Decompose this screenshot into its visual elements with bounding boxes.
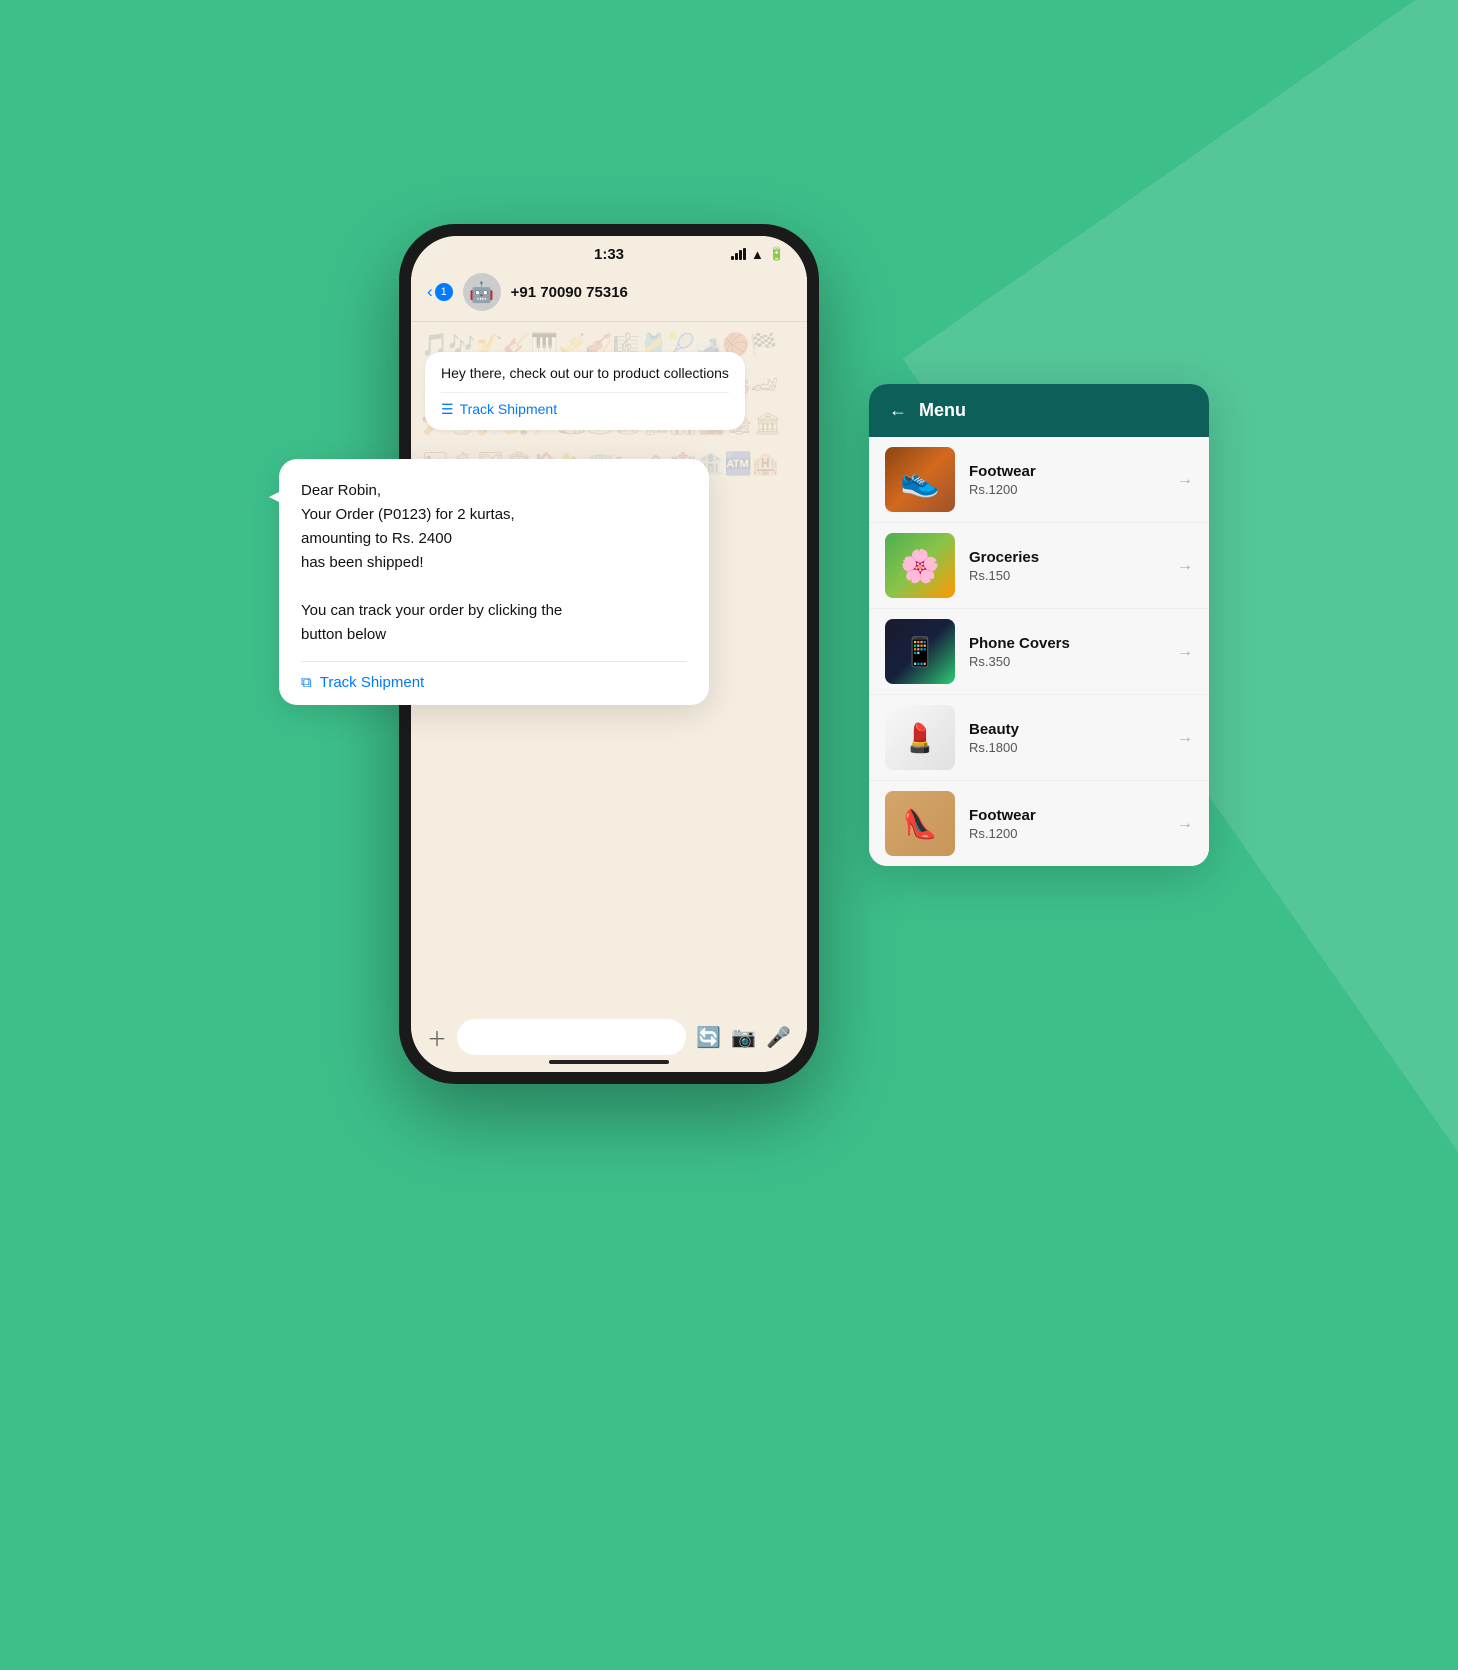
footwear2-info: Footwear Rs.1200 bbox=[969, 807, 1163, 841]
scene: 🎧🎮🎨🎭🎪🎠🎡🎢🎣🎤🎥🎦🎧🎨🎩🎪🎫🎬🎭🎮🎯🎰🎱🎲🎳🎴🎵🎶🎷🎸🎹🎺🎻🎼🎽🎾🎿🏀🏁🏂… bbox=[279, 164, 1179, 1124]
avatar: 🤖 bbox=[463, 273, 501, 311]
groceries-price: Rs.150 bbox=[969, 568, 1163, 583]
unread-badge: 1 bbox=[435, 283, 453, 301]
menu-items-list: Footwear Rs.1200 → Groceries Rs.150 → Ph… bbox=[869, 437, 1209, 866]
footwear-name: Footwear bbox=[969, 463, 1163, 480]
floating-chat-bubble: Dear Robin, Your Order (P0123) for 2 kur… bbox=[279, 459, 709, 705]
groceries-info: Groceries Rs.150 bbox=[969, 549, 1163, 583]
battery-icon: 🔋 bbox=[769, 246, 785, 262]
phone-covers-info: Phone Covers Rs.350 bbox=[969, 635, 1163, 669]
phone-covers-arrow-icon: → bbox=[1177, 643, 1193, 661]
external-link-icon: ⧉ bbox=[301, 674, 312, 691]
footwear2-name: Footwear bbox=[969, 807, 1163, 824]
menu-item-footwear2[interactable]: Footwear Rs.1200 → bbox=[869, 781, 1209, 866]
camera-icon[interactable]: 📷 bbox=[731, 1025, 756, 1050]
status-bar-right: ▲ 🔋 bbox=[731, 246, 785, 262]
menu-item-phone-covers[interactable]: Phone Covers Rs.350 → bbox=[869, 609, 1209, 695]
menu-item-beauty[interactable]: Beauty Rs.1800 → bbox=[869, 695, 1209, 781]
time-label: 1:33 bbox=[594, 246, 624, 263]
groceries-name: Groceries bbox=[969, 549, 1163, 566]
phone-covers-image bbox=[885, 619, 955, 684]
nav-bar: ‹ 1 🤖 +91 70090 75316 bbox=[411, 267, 807, 322]
beauty-price: Rs.1800 bbox=[969, 740, 1163, 755]
wifi-icon: ▲ bbox=[751, 247, 764, 262]
footwear2-image bbox=[885, 791, 955, 856]
menu-title: Menu bbox=[919, 400, 966, 421]
back-chevron-icon: ‹ bbox=[427, 282, 433, 302]
track-shipment-link-1[interactable]: ☰ Track Shipment bbox=[441, 392, 729, 418]
bubble-1-text: Hey there, check out our to product coll… bbox=[441, 364, 729, 384]
plus-icon[interactable]: ＋ bbox=[427, 1023, 447, 1052]
track-shipment-link-2[interactable]: ⧉ Track Shipment bbox=[301, 661, 687, 691]
phone-number: +91 70090 75316 bbox=[511, 284, 628, 301]
footwear-info: Footwear Rs.1200 bbox=[969, 463, 1163, 497]
menu-header: ← Menu bbox=[869, 384, 1209, 437]
footwear2-arrow-icon: → bbox=[1177, 815, 1193, 833]
signal-icon bbox=[731, 248, 746, 260]
footwear2-price: Rs.1200 bbox=[969, 826, 1163, 841]
phone-covers-price: Rs.350 bbox=[969, 654, 1163, 669]
menu-item-groceries[interactable]: Groceries Rs.150 → bbox=[869, 523, 1209, 609]
menu-back-icon[interactable]: ← bbox=[889, 400, 907, 421]
menu-card: ← Menu Footwear Rs.1200 → Groceries Rs.1… bbox=[869, 384, 1209, 866]
track-shipment-label-2: Track Shipment bbox=[320, 674, 424, 691]
groceries-image bbox=[885, 533, 955, 598]
status-bar: 1:33 ▲ 🔋 bbox=[411, 236, 807, 267]
footwear-arrow-icon: → bbox=[1177, 471, 1193, 489]
back-button[interactable]: ‹ 1 bbox=[427, 282, 453, 302]
list-icon: ☰ bbox=[441, 401, 454, 418]
chat-bubble-1: Hey there, check out our to product coll… bbox=[425, 352, 745, 430]
groceries-arrow-icon: → bbox=[1177, 557, 1193, 575]
home-indicator bbox=[549, 1060, 669, 1064]
footwear-price: Rs.1200 bbox=[969, 482, 1163, 497]
mic-icon[interactable]: 🎤 bbox=[766, 1025, 791, 1050]
menu-item-footwear[interactable]: Footwear Rs.1200 → bbox=[869, 437, 1209, 523]
beauty-info: Beauty Rs.1800 bbox=[969, 721, 1163, 755]
beauty-name: Beauty bbox=[969, 721, 1163, 738]
beauty-image bbox=[885, 705, 955, 770]
sticker-icon[interactable]: 🔄 bbox=[696, 1025, 721, 1050]
track-shipment-label-1: Track Shipment bbox=[460, 401, 558, 417]
footwear-image bbox=[885, 447, 955, 512]
beauty-arrow-icon: → bbox=[1177, 729, 1193, 747]
phone-covers-name: Phone Covers bbox=[969, 635, 1163, 652]
floating-bubble-text: Dear Robin, Your Order (P0123) for 2 kur… bbox=[301, 479, 687, 647]
message-input[interactable] bbox=[457, 1019, 686, 1055]
